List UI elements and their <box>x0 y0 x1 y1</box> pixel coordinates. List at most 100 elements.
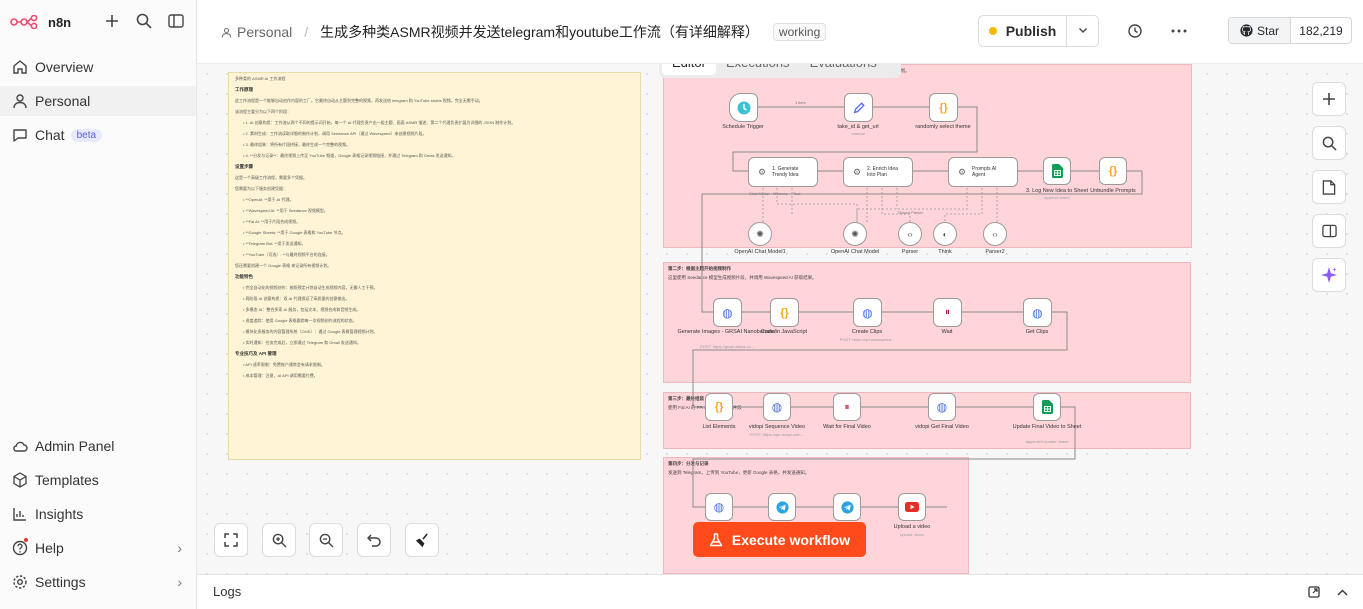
node-take-id-get-url[interactable] <box>844 93 873 122</box>
more-options-icon[interactable] <box>1168 20 1190 42</box>
tab-editor[interactable]: Editor <box>662 64 716 75</box>
tidy-up-button[interactable] <box>405 523 439 557</box>
node-parser-2[interactable]: ‹› <box>983 222 1007 246</box>
node-think[interactable]: ◐ <box>933 222 957 246</box>
sidebar-item-personal[interactable]: Personal <box>0 86 196 116</box>
chevron-up-icon[interactable] <box>1334 584 1350 600</box>
telegram-icon <box>775 500 789 514</box>
node-label: Wait <box>941 329 953 335</box>
github-star-button[interactable]: Star <box>1229 18 1291 43</box>
node-telegram-send-1[interactable] <box>768 493 796 521</box>
node-parser[interactable]: ‹› <box>898 222 922 246</box>
search-nodes-button[interactable] <box>1312 126 1346 160</box>
node-openai-chat-model-1[interactable]: ✺ <box>748 222 772 246</box>
collapse-sidebar-icon[interactable] <box>166 11 186 31</box>
code-icon: {} <box>780 306 789 319</box>
node-label: Upload a video <box>893 524 931 530</box>
execute-workflow-label: Execute workflow <box>731 531 851 548</box>
github-star-widget[interactable]: Star 182,219 <box>1228 17 1352 44</box>
node-subtitle: POST: https://api.vidopi.com... <box>750 432 804 437</box>
node-label: OpenAI Chat Model1 <box>734 249 786 255</box>
robot-icon: ⚙ <box>957 166 967 177</box>
history-icon[interactable] <box>1124 20 1146 42</box>
clock-icon <box>737 101 750 114</box>
node-vidopi-get-final-video[interactable]: ◍ <box>928 393 956 421</box>
tab-evaluations[interactable]: Evaluations <box>800 64 887 75</box>
sidebar-item-admin-panel[interactable]: Admin Panel <box>0 431 196 461</box>
youtube-icon <box>905 502 919 512</box>
node-subtitle: POST: https://api.wavespeed... <box>839 337 895 342</box>
pop-out-icon[interactable] <box>1306 584 1322 600</box>
toggle-panel-button[interactable] <box>1312 214 1346 248</box>
node-upload-a-video[interactable] <box>898 493 926 521</box>
publish-button-group: Publish <box>978 15 1099 47</box>
node-http-request[interactable]: ◍ <box>705 493 733 521</box>
sidebar-item-help[interactable]: Help › <box>0 533 196 563</box>
node-get-clips[interactable]: ◍ <box>1023 298 1052 327</box>
node-generate-images[interactable]: ◍ <box>713 298 742 327</box>
broom-icon <box>415 532 428 547</box>
wire-label-tool: Tool <box>793 191 800 196</box>
sidebar-item-settings[interactable]: Settings › <box>0 567 196 597</box>
node-generate-trendy-idea[interactable]: ⚙ 1. Generate Trendy Idea <box>748 157 818 187</box>
breadcrumb-project[interactable]: Personal <box>237 24 292 40</box>
sidebar-item-overview[interactable]: Overview <box>0 52 196 82</box>
chevron-down-icon[interactable] <box>1067 25 1098 38</box>
node-log-new-idea-to-sheet[interactable] <box>1043 157 1071 185</box>
zoom-to-fit-button[interactable] <box>214 523 248 557</box>
home-icon <box>11 58 29 76</box>
logs-panel[interactable]: Logs <box>197 574 1363 609</box>
sidebar-item-label: Help <box>35 540 64 556</box>
node-code-in-javascript[interactable]: {} <box>770 298 799 327</box>
tab-executions[interactable]: Executions <box>716 64 800 75</box>
node-label: Wait for Final Video <box>823 424 871 430</box>
editor-tabs: Editor Executions Evaluations <box>659 64 901 78</box>
publish-button[interactable]: Publish <box>979 16 1067 46</box>
node-enrich-idea-into-plan[interactable]: ⚙ 2. Enrich Idea Into Plan <box>843 157 913 187</box>
node-openai-chat-model[interactable]: ✺ <box>843 222 867 246</box>
node-randomly-select-theme[interactable]: {} <box>929 93 958 122</box>
node-list-elements[interactable]: {} <box>705 393 733 421</box>
undo-button[interactable] <box>357 523 391 557</box>
workflow-header: Personal / 生成多种类ASMR视频并发送telegram和youtub… <box>197 0 1363 64</box>
workflow-tag[interactable]: working <box>772 23 827 41</box>
node-wait[interactable]: ⏸ <box>933 298 962 327</box>
sidebar-item-insights[interactable]: Insights <box>0 499 196 529</box>
add-sticky-note-button[interactable] <box>1312 170 1346 204</box>
add-node-button[interactable] <box>1312 82 1346 116</box>
node-subtitle: upload: video <box>900 532 924 537</box>
brand[interactable]: n8n <box>10 12 71 32</box>
parser-icon: ‹› <box>907 229 913 239</box>
workflow-canvas[interactable]: 多种类的 ASMR AI 工作流程 工作原理 此工作流程是一个能够自动创作内容的工厂… <box>197 64 1363 574</box>
sidebar-item-templates[interactable]: Templates <box>0 465 196 495</box>
zoom-out-button[interactable] <box>309 523 343 557</box>
node-prompts-ai-agent[interactable]: ⚙ Prompts AI Agent <box>948 157 1018 187</box>
user-icon <box>11 92 29 110</box>
zoom-in-button[interactable] <box>262 523 296 557</box>
node-create-clips[interactable]: ◍ <box>853 298 882 327</box>
execute-workflow-button[interactable]: Execute workflow <box>693 522 866 557</box>
sidebar-item-label: Overview <box>35 59 94 75</box>
flask-icon <box>709 532 723 546</box>
search-icon[interactable] <box>134 11 154 31</box>
node-subtitle: appendOrUpdate: sheet <box>1025 439 1069 444</box>
add-icon[interactable] <box>102 11 122 31</box>
node-telegram-send-2[interactable] <box>833 493 861 521</box>
wire-label-chat-model: Chat Model <box>749 191 770 196</box>
node-schedule-trigger[interactable] <box>729 93 758 122</box>
publish-label: Publish <box>1005 23 1057 39</box>
node-update-final-video-to-sheet[interactable] <box>1033 393 1061 421</box>
ai-assistant-button[interactable] <box>1312 258 1346 292</box>
workflow-title[interactable]: 生成多种类ASMR视频并发送telegram和youtube工作流（有详细解释） <box>320 22 759 42</box>
node-unbundle-prompts[interactable]: {} <box>1099 157 1127 185</box>
sidebar-item-chat[interactable]: Chat beta <box>0 120 196 150</box>
node-wait-for-final-video[interactable]: ⏸ <box>833 393 861 421</box>
search-icon <box>1322 136 1337 151</box>
node-label: randomly select theme <box>915 124 971 130</box>
zoom-in-icon <box>272 533 287 548</box>
sparkle-icon <box>1321 267 1337 283</box>
sheets-icon <box>1051 164 1063 178</box>
node-vidopi-sequence-video[interactable]: ◍ <box>763 393 791 421</box>
wire-label-output-parser: Output Parser <box>898 210 924 215</box>
wire-label-memory: Memory <box>773 191 787 196</box>
